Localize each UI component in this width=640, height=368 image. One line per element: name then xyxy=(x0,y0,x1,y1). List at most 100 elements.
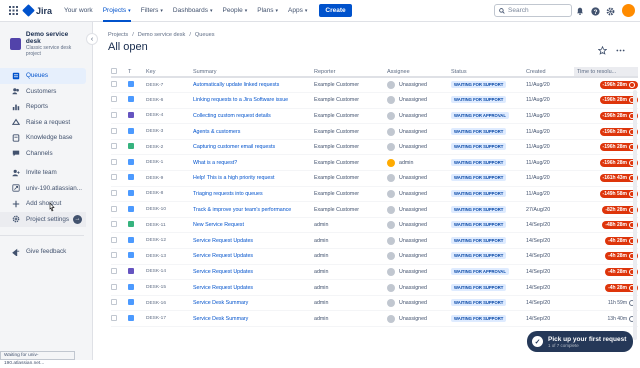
issue-summary[interactable]: Service Desk Summary xyxy=(193,310,314,327)
issue-assignee[interactable]: Unassigned xyxy=(387,96,451,105)
more-options-icon[interactable] xyxy=(616,42,625,60)
sidebar-item-customers[interactable]: Customers xyxy=(0,84,86,100)
table-row[interactable]: DESK-17 Service Desk Summary admin Unassign… xyxy=(111,310,638,327)
give-feedback-link[interactable]: Give feedback xyxy=(0,244,86,260)
issue-assignee[interactable]: Unassigned xyxy=(387,283,451,292)
issue-key[interactable]: DESK-4 xyxy=(146,108,193,125)
search-input[interactable]: Search xyxy=(494,4,572,17)
issue-assignee[interactable]: Unassigned xyxy=(387,205,451,214)
row-checkbox[interactable] xyxy=(111,111,117,118)
row-checkbox[interactable] xyxy=(111,299,117,306)
issue-assignee[interactable]: Unassigned xyxy=(387,189,451,198)
sidebar-item-project-settings[interactable]: Project settings → xyxy=(0,211,86,227)
collapse-sidebar-button[interactable]: ‹ xyxy=(86,33,98,45)
issue-assignee[interactable]: admin xyxy=(387,158,451,167)
nav-item-people[interactable]: People ▾ xyxy=(222,0,247,22)
table-row[interactable]: DESK-10 Track & improve your team's perfo… xyxy=(111,201,638,218)
issue-summary[interactable]: Service Request Updates xyxy=(193,279,314,296)
sidebar-item-knowledge-base[interactable]: Knowledge base xyxy=(0,130,86,146)
issue-summary[interactable]: Track & improve your team's performance xyxy=(193,201,314,218)
table-row[interactable]: DESK-8 Triaging requests into queues Examp… xyxy=(111,186,638,203)
row-checkbox[interactable] xyxy=(111,236,117,243)
table-row[interactable]: DESK-6 Linking requests to a Jira Softwar… xyxy=(111,92,638,109)
row-checkbox[interactable] xyxy=(111,158,117,165)
row-checkbox[interactable] xyxy=(111,314,117,321)
row-checkbox[interactable] xyxy=(111,143,117,150)
issue-summary[interactable]: Capturing customer email requests xyxy=(193,139,314,156)
sidebar-item-add-shortcut[interactable]: Add shortcut xyxy=(0,196,86,212)
select-all-checkbox[interactable] xyxy=(111,67,117,74)
issue-summary[interactable]: Help! This is a high priority request xyxy=(193,170,314,187)
column-header-type[interactable]: T xyxy=(128,67,146,78)
table-row[interactable]: DESK-11 New Service Request admin Unassigne… xyxy=(111,217,638,234)
sidebar-item-channels[interactable]: Channels xyxy=(0,146,86,162)
sidebar-item-raise-a-request[interactable]: Raise a request xyxy=(0,115,86,131)
row-checkbox[interactable] xyxy=(111,283,117,290)
table-row[interactable]: DESK-14 Service Request Updates admin Unass… xyxy=(111,264,638,281)
table-row[interactable]: DESK-12 Service Request Updates admin Unass… xyxy=(111,232,638,250)
row-checkbox[interactable] xyxy=(111,127,117,134)
issue-assignee[interactable]: Unassigned xyxy=(387,299,451,308)
column-header-status[interactable]: Status xyxy=(451,67,526,78)
column-header-reporter[interactable]: Reporter xyxy=(314,67,387,78)
nav-item-filters[interactable]: Filters ▾ xyxy=(141,0,163,22)
jira-logo[interactable]: Jira xyxy=(22,4,52,17)
issue-assignee[interactable]: Unassigned xyxy=(387,314,451,323)
issue-summary[interactable]: Agents & customers xyxy=(193,123,314,140)
nav-item-your-work[interactable]: Your work xyxy=(64,0,93,22)
onboarding-checklist-button[interactable]: ✓ Pick up your first request 1 of 7 comp… xyxy=(527,331,633,352)
issue-summary[interactable]: What is a request? xyxy=(193,154,314,172)
issue-key[interactable]: DESK-13 xyxy=(146,248,193,265)
table-row[interactable]: DESK-13 Service Request Updates admin Unass… xyxy=(111,248,638,265)
project-header[interactable]: Demo service desk Classic service desk p… xyxy=(0,22,92,66)
issue-key[interactable]: DESK-3 xyxy=(146,123,193,140)
user-avatar[interactable] xyxy=(622,4,635,17)
issue-assignee[interactable]: Unassigned xyxy=(387,81,451,90)
settings-gear-icon[interactable] xyxy=(604,5,616,17)
issue-summary[interactable]: Automatically update linked requests xyxy=(193,77,314,94)
table-row[interactable]: DESK-3 Agents & customers Example Customer… xyxy=(111,123,638,140)
row-checkbox[interactable] xyxy=(111,81,117,88)
table-row[interactable]: DESK-9 Help! This is a high priority requ… xyxy=(111,170,638,187)
nav-item-projects[interactable]: Projects ▾ xyxy=(102,0,131,22)
nav-item-dashboards[interactable]: Dashboards ▾ xyxy=(173,0,213,22)
issue-key[interactable]: DESK-16 xyxy=(146,295,193,312)
create-button[interactable]: Create xyxy=(319,4,352,17)
issue-assignee[interactable]: Unassigned xyxy=(387,111,451,120)
notifications-icon[interactable] xyxy=(574,5,586,17)
issue-key[interactable]: DESK-7 xyxy=(146,77,193,94)
breadcrumb-projects[interactable]: Projects xyxy=(108,32,128,38)
issue-summary[interactable]: Service Request Updates xyxy=(193,232,314,250)
issue-assignee[interactable]: Unassigned xyxy=(387,143,451,152)
row-checkbox[interactable] xyxy=(111,96,117,103)
issue-key[interactable]: DESK-9 xyxy=(146,170,193,187)
issue-summary[interactable]: Triaging requests into queues xyxy=(193,186,314,203)
table-row[interactable]: DESK-7 Automatically update linked reques… xyxy=(111,77,638,94)
issue-key[interactable]: DESK-15 xyxy=(146,279,193,296)
issue-key[interactable]: DESK-14 xyxy=(146,264,193,281)
table-row[interactable]: DESK-15 Service Request Updates admin Unass… xyxy=(111,279,638,296)
table-row[interactable]: DESK-2 Capturing customer email requests E… xyxy=(111,139,638,156)
issue-key[interactable]: DESK-8 xyxy=(146,186,193,203)
help-icon[interactable]: ? xyxy=(589,5,601,17)
issue-summary[interactable]: Collecting custom request details xyxy=(193,108,314,125)
nav-item-plans[interactable]: Plans ▾ xyxy=(257,0,278,22)
row-checkbox[interactable] xyxy=(111,221,117,228)
nav-item-apps[interactable]: Apps ▾ xyxy=(288,0,307,22)
row-checkbox[interactable] xyxy=(111,252,117,259)
table-row[interactable]: DESK-1 What is a request? Example Customer… xyxy=(111,154,638,172)
breadcrumb-project[interactable]: Demo service desk xyxy=(138,32,186,38)
column-header-key[interactable]: Key xyxy=(146,67,193,78)
table-row[interactable]: DESK-16 Service Desk Summary admin Unassign… xyxy=(111,295,638,312)
sidebar-item-queues[interactable]: Queues xyxy=(0,68,86,84)
sidebar-item-invite-team[interactable]: Invite team xyxy=(0,165,86,181)
issue-key[interactable]: DESK-12 xyxy=(146,232,193,250)
issue-summary[interactable]: Service Request Updates xyxy=(193,248,314,265)
issue-key[interactable]: DESK-2 xyxy=(146,139,193,156)
row-checkbox[interactable] xyxy=(111,174,117,181)
breadcrumb-queues[interactable]: Queues xyxy=(195,32,215,38)
star-icon[interactable] xyxy=(597,42,608,60)
issue-summary[interactable]: Linking requests to a Jira Software issu… xyxy=(193,92,314,109)
issue-key[interactable]: DESK-1 xyxy=(146,154,193,172)
app-switcher-icon[interactable] xyxy=(6,4,20,18)
